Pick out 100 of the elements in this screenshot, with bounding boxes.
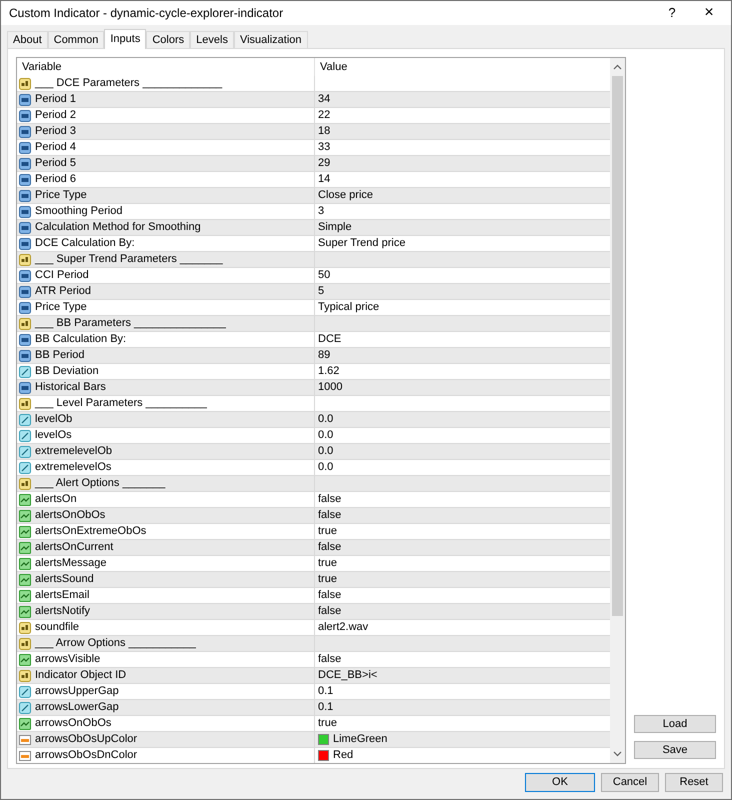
scroll-thumb[interactable] <box>612 76 623 616</box>
value-cell[interactable]: Close price <box>318 187 374 204</box>
value-cell[interactable]: 0.0 <box>318 443 334 460</box>
value-cell[interactable]: false <box>318 507 342 524</box>
value-cell[interactable]: true <box>318 523 337 540</box>
variable-name: CCI Period <box>35 268 89 284</box>
variable-name: ___ Level Parameters __________ <box>35 396 207 412</box>
value-cell[interactable]: 3 <box>318 203 324 220</box>
toggle-type-icon <box>19 494 31 506</box>
value-cell[interactable]: 0.0 <box>318 427 334 444</box>
toggle-type-icon <box>19 654 31 666</box>
column-header[interactable]: Value <box>315 58 610 76</box>
value-cell[interactable]: 5 <box>318 283 324 300</box>
toggle-type-icon <box>19 558 31 570</box>
value-cell[interactable]: 1.62 <box>318 363 340 380</box>
dialog-button[interactable]: Reset <box>665 773 723 792</box>
variable-name: Period 6 <box>35 172 76 188</box>
value-cell[interactable]: alert2.wav <box>318 619 368 636</box>
toggle-type-icon <box>19 718 31 730</box>
variable-name: alertsOnCurrent <box>35 540 114 556</box>
variable-name: arrowsObOsUpColor <box>35 732 138 748</box>
variable-name: Period 1 <box>35 92 76 108</box>
value-cell[interactable]: 0.1 <box>318 699 334 716</box>
value-cell[interactable]: 14 <box>318 171 330 188</box>
value-cell[interactable]: Red <box>333 747 354 763</box>
value-cell[interactable]: 33 <box>318 139 330 156</box>
value-cell[interactable]: 50 <box>318 267 330 284</box>
side-button[interactable]: Save <box>634 741 716 759</box>
help-button[interactable]: ? <box>657 1 687 25</box>
dialog-button[interactable]: OK <box>525 773 595 792</box>
decimal-type-icon <box>19 462 31 474</box>
value-cell[interactable]: DCE_BB>i< <box>318 667 378 684</box>
variable-name: arrowsLowerGap <box>35 700 119 716</box>
scroll-up-icon[interactable] <box>613 64 622 70</box>
value-cell[interactable]: 34 <box>318 91 330 108</box>
dialog-button[interactable]: Cancel <box>601 773 659 792</box>
value-cell[interactable]: Typical price <box>318 299 380 316</box>
value-cell[interactable]: true <box>318 571 337 588</box>
variable-name: Historical Bars <box>35 380 106 396</box>
close-button[interactable]: × <box>687 1 731 25</box>
value-cell[interactable]: DCE <box>318 331 342 348</box>
value-cell[interactable]: 29 <box>318 155 330 172</box>
tab[interactable]: Inputs <box>104 29 146 49</box>
variable-name: BB Deviation <box>35 364 99 380</box>
toggle-type-icon <box>19 510 31 522</box>
scrollbar[interactable] <box>610 58 625 763</box>
variable-name: Smoothing Period <box>35 204 122 220</box>
toggle-type-icon <box>19 574 31 586</box>
variable-name: arrowsOnObOs <box>35 716 112 732</box>
window-title: Custom Indicator - dynamic-cycle-explorer-indicator <box>9 5 284 22</box>
tab[interactable]: Visualization <box>234 31 308 48</box>
decimal-type-icon <box>19 414 31 426</box>
value-cell[interactable]: 0.0 <box>318 411 334 428</box>
value-cell[interactable]: false <box>318 603 342 620</box>
value-cell[interactable]: 18 <box>318 123 330 140</box>
decimal-type-icon <box>19 702 31 714</box>
variable-name: alertsOn <box>35 492 77 508</box>
value-cell[interactable]: true <box>318 555 337 572</box>
value-cell[interactable]: Super Trend price <box>318 235 406 252</box>
toggle-type-icon <box>19 606 31 618</box>
decimal-type-icon <box>19 446 31 458</box>
value-cell[interactable]: LimeGreen <box>333 731 388 748</box>
variable-name: Price Type <box>35 300 87 316</box>
variable-name: Period 5 <box>35 156 76 172</box>
variable-name: extremelevelOb <box>35 444 112 460</box>
tab[interactable]: Levels <box>190 31 234 48</box>
tab[interactable]: About <box>7 31 48 48</box>
value-cell[interactable]: false <box>318 587 342 604</box>
toggle-type-icon <box>19 590 31 602</box>
variable-name: ___ Arrow Options ___________ <box>35 636 196 652</box>
value-cell[interactable]: true <box>318 715 337 732</box>
value-cell[interactable]: false <box>318 651 342 668</box>
variable-name: DCE Calculation By: <box>35 236 135 252</box>
tab[interactable]: Common <box>48 31 104 48</box>
variable-name: alertsNotify <box>35 604 90 620</box>
decimal-type-icon <box>19 686 31 698</box>
value-cell[interactable]: Simple <box>318 219 352 236</box>
variable-name: alertsSound <box>35 572 94 588</box>
variable-name: arrowsUpperGap <box>35 684 119 700</box>
scroll-down-icon[interactable] <box>613 751 622 757</box>
variable-name: ___ DCE Parameters _____________ <box>35 76 222 92</box>
value-cell[interactable]: 0.0 <box>318 459 334 476</box>
variable-name: arrowsVisible <box>35 652 100 668</box>
side-button[interactable]: Load <box>634 715 716 733</box>
variable-name: Period 2 <box>35 108 76 124</box>
tab[interactable]: Colors <box>146 31 190 48</box>
toggle-type-icon <box>19 526 31 538</box>
value-cell[interactable]: 0.1 <box>318 683 334 700</box>
value-cell[interactable]: 22 <box>318 107 330 124</box>
value-cell[interactable]: 89 <box>318 347 330 364</box>
value-cell[interactable]: false <box>318 539 342 556</box>
decimal-type-icon <box>19 366 31 378</box>
value-cell[interactable]: 1000 <box>318 379 342 396</box>
variable-name: Period 4 <box>35 140 76 156</box>
variable-name: Indicator Object ID <box>35 668 126 684</box>
variable-name: ___ Alert Options _______ <box>35 476 166 492</box>
variable-name: alertsMessage <box>35 556 107 572</box>
value-cell[interactable]: false <box>318 491 342 508</box>
variable-name: BB Calculation By: <box>35 332 126 348</box>
toggle-type-icon <box>19 542 31 554</box>
